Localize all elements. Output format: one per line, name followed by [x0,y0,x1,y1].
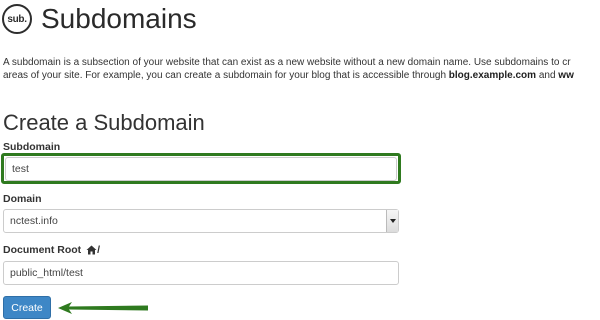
document-root-label-text: Document Root [3,244,82,256]
chevron-down-icon[interactable] [386,210,398,232]
arrow-left-icon [58,302,148,314]
subdomain-input[interactable]: test [5,157,397,181]
subdomains-page: sub. Subdomains A subdomain is a subsect… [0,0,600,320]
document-root-label: Document Root / [3,244,100,257]
subdomain-input-value: test [12,163,29,175]
description-line-1: A subdomain is a subsection of your webs… [3,57,571,68]
section-title: Create a Subdomain [3,110,205,135]
description-text: areas of your site. For example, you can… [3,70,449,81]
domain-label: Domain [3,193,42,205]
page-title: Subdomains [41,3,197,34]
home-icon [86,245,97,255]
description-text: and [536,70,559,81]
document-root-input[interactable]: public_html/test [3,261,399,285]
description-example-domain-2: ww [558,70,574,81]
document-root-suffix: / [97,244,101,256]
domain-select-value: nctest.info [10,215,58,227]
page-header: sub. Subdomains [2,2,197,36]
logo-text: sub. [7,13,27,25]
domain-select[interactable]: nctest.info [3,209,399,233]
sub-logo-icon: sub. [2,4,32,34]
page-description: A subdomain is a subsection of your webs… [3,56,600,82]
document-root-input-value: public_html/test [10,267,83,279]
description-example-domain: blog.example.com [448,70,537,81]
create-button[interactable]: Create [3,296,51,319]
subdomain-label: Subdomain [3,141,61,153]
description-line-2: areas of your site. For example, you can… [3,69,600,82]
